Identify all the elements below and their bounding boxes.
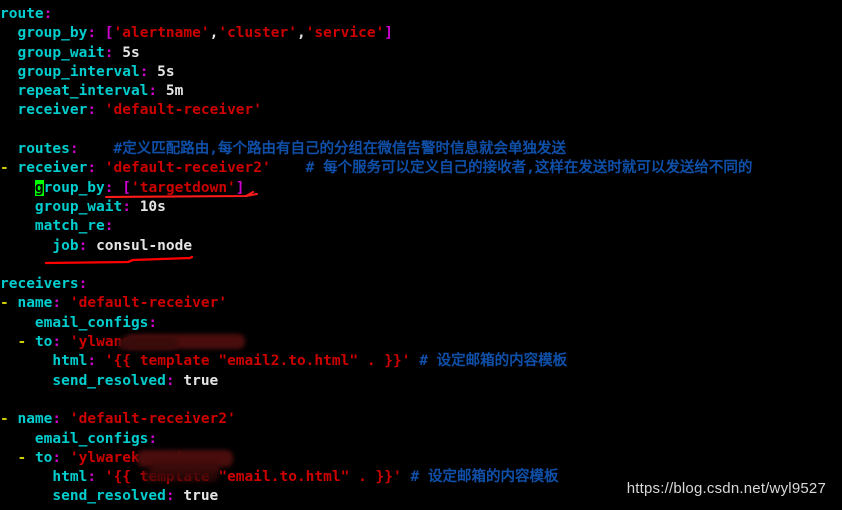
yaml-code-block[interactable]: route: group_by: ['alertname','cluster',… <box>0 0 842 507</box>
code-line[interactable]: repeat_interval: 5m <box>0 82 842 101</box>
code-line[interactable]: send_resolved: true <box>0 372 842 391</box>
code-line[interactable]: html: '{{ template "email2.to.html" . }}… <box>0 352 842 371</box>
code-line[interactable]: email_configs: <box>0 314 842 333</box>
code-line[interactable]: - name: 'default-receiver2' <box>0 410 842 429</box>
code-line[interactable]: group_wait: 5s <box>0 44 842 63</box>
code-line[interactable]: receivers: <box>0 275 842 294</box>
code-line[interactable]: - name: 'default-receiver' <box>0 294 842 313</box>
code-line[interactable]: group_interval: 5s <box>0 63 842 82</box>
code-line[interactable]: - receiver: 'default-receiver2' # 每个服务可以… <box>0 159 842 178</box>
email-redaction-1b <box>118 337 178 350</box>
code-line[interactable]: email_configs: <box>0 430 842 449</box>
code-line[interactable]: group_by: ['alertname','cluster','servic… <box>0 24 842 43</box>
template-smudge-2 <box>143 469 219 482</box>
code-line[interactable]: route: <box>0 5 842 24</box>
code-line[interactable]: match_re: <box>0 217 842 236</box>
code-line[interactable]: group_wait: 10s <box>0 198 842 217</box>
code-line[interactable]: - to: 'ylwarek.com' <box>0 449 842 468</box>
code-line[interactable]: receiver: 'default-receiver' <box>0 101 842 120</box>
code-line[interactable]: job: consul-node <box>0 237 842 256</box>
watermark: https://blog.csdn.net/wyl9527 <box>626 479 826 497</box>
code-line[interactable]: group_by: ['targetdown'] <box>0 179 842 198</box>
terminal-screen: route: group_by: ['alertname','cluster',… <box>0 0 842 510</box>
code-line[interactable]: routes: #定义匹配路由,每个路由有自己的分组在微信告警时信息就会单独发送 <box>0 140 842 159</box>
